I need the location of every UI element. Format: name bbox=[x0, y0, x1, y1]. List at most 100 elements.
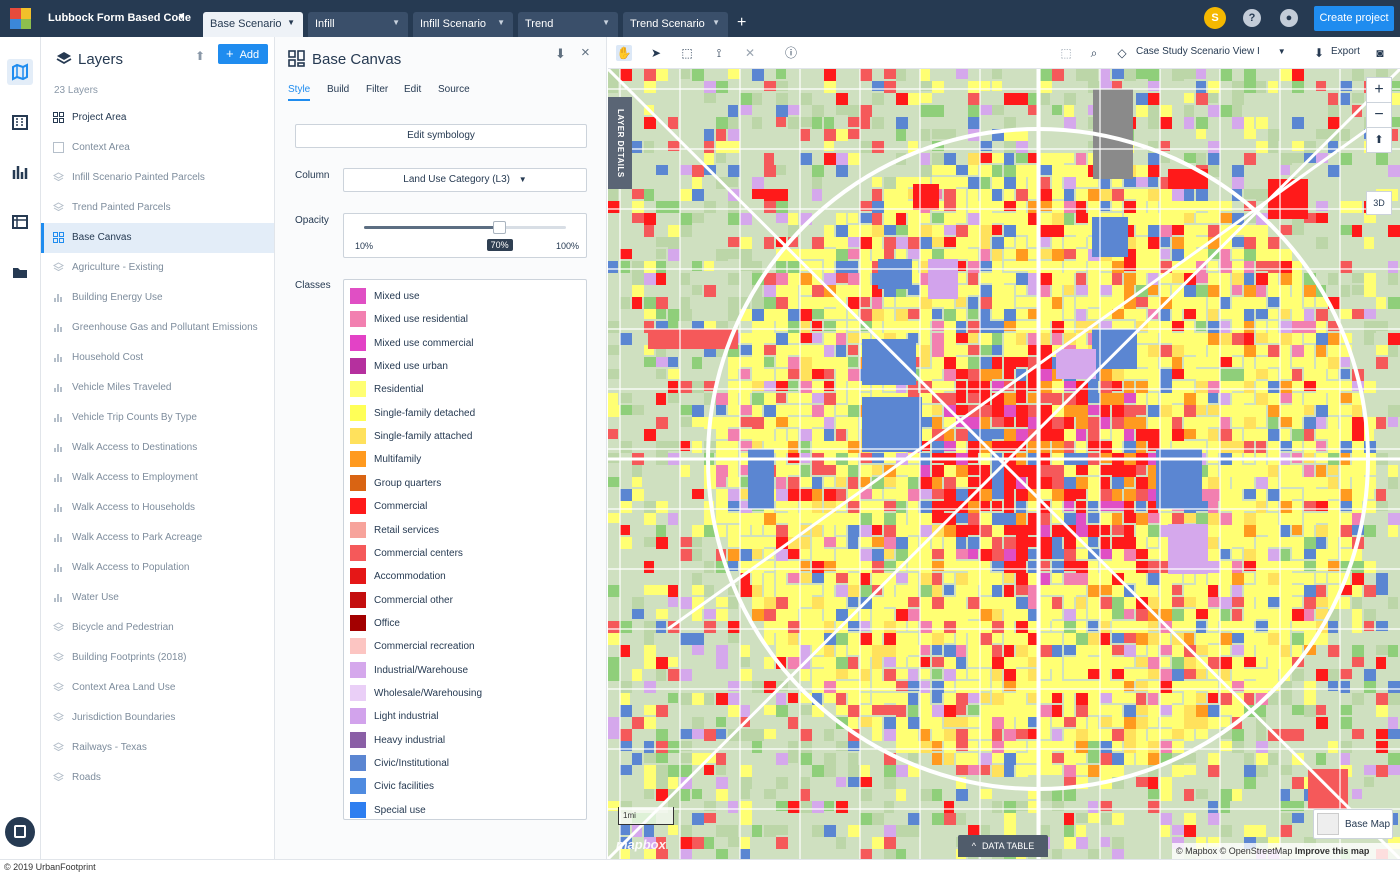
parcel[interactable] bbox=[1280, 153, 1292, 165]
parcel[interactable] bbox=[1280, 549, 1290, 561]
parcel[interactable] bbox=[1256, 669, 1268, 681]
parcel[interactable] bbox=[980, 105, 992, 115]
opacity-slider-handle[interactable] bbox=[492, 221, 506, 234]
parcel[interactable] bbox=[1376, 729, 1388, 739]
parcel[interactable] bbox=[860, 669, 870, 681]
parcel[interactable] bbox=[620, 501, 632, 513]
parcel[interactable] bbox=[1040, 333, 1050, 345]
parcel[interactable] bbox=[1148, 117, 1160, 129]
parcel[interactable] bbox=[1388, 681, 1400, 693]
parcel[interactable] bbox=[1148, 657, 1160, 669]
parcel[interactable] bbox=[1064, 297, 1074, 309]
parcel[interactable] bbox=[668, 825, 678, 835]
parcel[interactable] bbox=[728, 273, 740, 285]
parcel[interactable] bbox=[1148, 321, 1160, 333]
parcel[interactable] bbox=[656, 609, 668, 619]
parcel[interactable] bbox=[1352, 69, 1364, 81]
parcel[interactable] bbox=[1208, 513, 1220, 525]
parcel[interactable] bbox=[1052, 693, 1062, 703]
parcel[interactable] bbox=[776, 429, 786, 441]
parcel[interactable] bbox=[932, 441, 944, 453]
parcel[interactable] bbox=[932, 357, 944, 369]
parcel[interactable] bbox=[1148, 177, 1158, 187]
parcel[interactable] bbox=[848, 393, 860, 405]
parcel[interactable] bbox=[896, 765, 908, 777]
parcel[interactable] bbox=[1208, 393, 1218, 403]
parcel[interactable] bbox=[1100, 669, 1110, 681]
parcel[interactable] bbox=[1376, 765, 1388, 777]
parcel[interactable] bbox=[920, 153, 930, 165]
parcel[interactable] bbox=[992, 345, 1002, 355]
parcel[interactable] bbox=[644, 705, 656, 715]
parcel[interactable] bbox=[1232, 417, 1244, 427]
parcel[interactable] bbox=[1088, 573, 1100, 585]
parcel[interactable] bbox=[824, 261, 834, 273]
parcel[interactable] bbox=[1100, 753, 1112, 765]
parcel[interactable] bbox=[1232, 309, 1244, 321]
parcel[interactable] bbox=[656, 357, 668, 367]
parcel[interactable] bbox=[824, 273, 836, 285]
parcel[interactable] bbox=[1388, 261, 1398, 273]
parcel[interactable] bbox=[1172, 201, 1184, 213]
parcel[interactable] bbox=[1268, 549, 1280, 561]
parcel[interactable] bbox=[1376, 705, 1388, 717]
parcel[interactable] bbox=[1076, 561, 1088, 573]
parcel[interactable] bbox=[908, 237, 920, 249]
parcel[interactable] bbox=[992, 153, 1004, 163]
parcel[interactable] bbox=[1328, 513, 1340, 525]
parcel[interactable] bbox=[1208, 105, 1220, 117]
parcel[interactable] bbox=[1256, 753, 1268, 765]
parcel[interactable] bbox=[932, 333, 944, 345]
parcel[interactable] bbox=[1088, 681, 1100, 693]
parcel[interactable] bbox=[1064, 405, 1076, 417]
parcel[interactable] bbox=[1220, 273, 1230, 285]
parcel[interactable] bbox=[932, 585, 942, 597]
parcel[interactable] bbox=[788, 441, 798, 453]
parcel[interactable] bbox=[1304, 393, 1316, 405]
parcel[interactable] bbox=[1076, 837, 1088, 849]
parcel[interactable] bbox=[740, 213, 752, 225]
parcel[interactable] bbox=[1004, 393, 1016, 405]
parcel[interactable] bbox=[968, 513, 980, 525]
parcel[interactable] bbox=[1268, 237, 1280, 249]
parcel[interactable] bbox=[968, 477, 980, 487]
parcel[interactable] bbox=[956, 537, 966, 549]
parcel[interactable] bbox=[1136, 561, 1148, 573]
parcel[interactable] bbox=[1304, 513, 1316, 525]
parcel[interactable] bbox=[608, 189, 618, 201]
parcel[interactable] bbox=[860, 261, 872, 273]
parcel[interactable] bbox=[1220, 561, 1232, 573]
parcel[interactable] bbox=[1040, 381, 1052, 393]
parcel[interactable] bbox=[680, 633, 692, 645]
parcel[interactable] bbox=[1340, 753, 1350, 765]
parcel[interactable] bbox=[1184, 825, 1196, 837]
parcel[interactable] bbox=[1040, 633, 1052, 645]
parcel[interactable] bbox=[968, 153, 980, 165]
parcel[interactable] bbox=[644, 657, 656, 669]
parcel[interactable] bbox=[1100, 729, 1112, 741]
parcel[interactable] bbox=[1256, 585, 1268, 597]
parcel[interactable] bbox=[944, 717, 956, 727]
parcel[interactable] bbox=[1196, 645, 1208, 655]
parcel[interactable] bbox=[1208, 141, 1220, 153]
parcel[interactable] bbox=[1004, 141, 1016, 153]
parcel[interactable] bbox=[1016, 645, 1028, 657]
parcel[interactable] bbox=[968, 537, 980, 549]
map-canvas[interactable] bbox=[608, 69, 1400, 859]
parcel[interactable] bbox=[944, 393, 956, 405]
parcel[interactable] bbox=[956, 225, 968, 237]
parcel[interactable] bbox=[1220, 477, 1230, 489]
parcel[interactable] bbox=[836, 357, 848, 369]
parcel[interactable] bbox=[1292, 417, 1302, 429]
parcel[interactable] bbox=[992, 357, 1002, 369]
parcel[interactable] bbox=[812, 417, 824, 427]
parcel[interactable] bbox=[932, 417, 942, 429]
class-swatch[interactable] bbox=[350, 428, 366, 445]
parcel[interactable] bbox=[788, 393, 800, 403]
parcel[interactable] bbox=[992, 525, 1004, 537]
parcel[interactable] bbox=[1004, 741, 1016, 753]
parcel[interactable] bbox=[1172, 273, 1184, 283]
parcel[interactable] bbox=[884, 825, 896, 837]
parcel[interactable] bbox=[980, 237, 990, 249]
parcel[interactable] bbox=[992, 285, 1004, 297]
